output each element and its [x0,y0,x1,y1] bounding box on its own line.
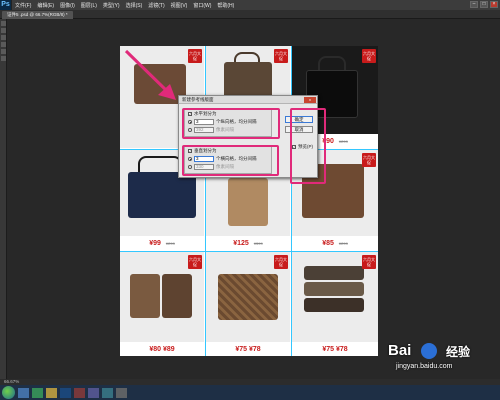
taskbar-app-icon[interactable] [88,387,99,398]
watermark-brand: Bai [388,342,412,359]
zoom-level: 66.67% [4,379,20,384]
taskbar-app-icon[interactable] [46,387,57,398]
baidu-paw-icon [421,343,437,359]
taskbar [0,385,500,400]
taskbar-app-icon[interactable] [32,387,43,398]
baidu-jingyan-watermark: Bai 经验 jingyan.baidu.com [388,342,498,386]
taskbar-app-icon[interactable] [18,387,29,398]
taskbar-app-icon[interactable] [116,387,127,398]
taskbar-app-icon[interactable] [60,387,71,398]
start-button-icon[interactable] [2,386,15,399]
watermark-url: jingyan.baidu.com [396,363,453,370]
taskbar-app-icon[interactable] [102,387,113,398]
watermark-brand-cn: 经验 [446,345,471,359]
pointer-arrow-icon [124,49,176,100]
taskbar-app-icon[interactable] [74,387,85,398]
